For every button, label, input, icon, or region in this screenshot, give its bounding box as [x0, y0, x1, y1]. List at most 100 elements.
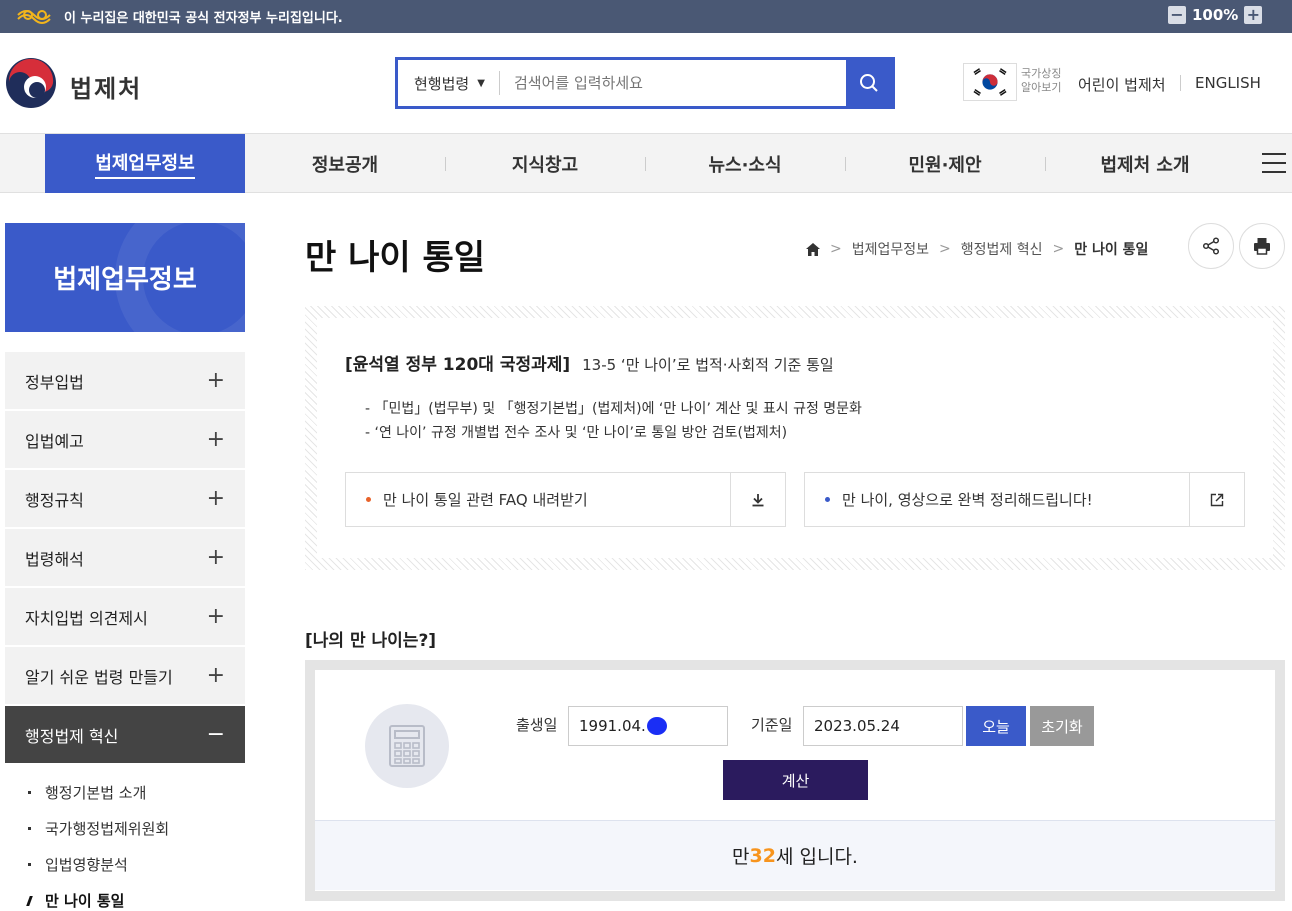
gov-banner-text: 이 누리집은 대한민국 공식 전자정부 누리집입니다.	[64, 11, 343, 26]
policy-line-1: - 「민법」(법무부) 및 「행정기본법」(법제처)에 ‘만 나이’ 계산 및 …	[365, 401, 862, 417]
expand-icon: +	[206, 486, 225, 511]
gnb-item-disclosure[interactable]: 정보공개	[245, 134, 445, 193]
gov-banner: 이 누리집은 대한민국 공식 전자정부 누리집입니다. − 100% +	[0, 0, 1292, 33]
result-suffix: 세 입니다.	[775, 846, 858, 868]
sidebar-item-label: 법령해석	[25, 549, 84, 569]
zoom-out-button[interactable]: −	[1168, 6, 1186, 24]
birth-date-input[interactable]: 1991.04.	[568, 706, 728, 746]
sidebar-item-admin-innovation[interactable]: 행정법제 혁신 −	[5, 706, 245, 763]
birth-date-label: 출생일	[516, 716, 558, 734]
policy-line-2: - ‘연 나이’ 규정 개별법 전수 조사 및 ‘만 나이’로 통일 방안 검토…	[365, 425, 788, 441]
base-date-label: 기준일	[751, 716, 793, 734]
gnb-item-petition[interactable]: 민원·제안	[845, 134, 1045, 193]
download-button[interactable]	[730, 473, 785, 526]
download-icon	[752, 493, 764, 506]
reset-button[interactable]: 초기화	[1030, 706, 1094, 746]
result-age: 32	[749, 844, 776, 867]
bullet-icon	[28, 863, 31, 866]
sidebar-item-easy-law[interactable]: 알기 쉬운 법령 만들기 +	[5, 647, 245, 704]
expand-icon: +	[206, 663, 225, 688]
expand-icon: +	[206, 545, 225, 570]
expand-icon: +	[206, 427, 225, 452]
calculator-title: [나의 만 나이는?]	[305, 631, 437, 651]
search-bar: 현행법령 ▼	[395, 57, 895, 109]
video-link-label: 만 나이, 영상으로 완벽 정리해드립니다!	[842, 491, 1093, 509]
korea-flag-icon[interactable]	[963, 63, 1017, 101]
sidebar-item-label: 자치입법 의견제시	[25, 608, 148, 628]
sidebar-item-gov-legislation[interactable]: 정부입법 +	[5, 352, 245, 409]
sidebar-item-label: 입법예고	[25, 431, 84, 451]
gnb-item-legislation-info[interactable]: 법제업무정보	[45, 134, 245, 193]
page-title: 만 나이 통일	[305, 238, 486, 278]
today-button[interactable]: 오늘	[966, 706, 1026, 746]
breadcrumb-item[interactable]: 행정법제 혁신	[961, 239, 1043, 259]
gnb-item-news[interactable]: 뉴스·소식	[645, 134, 845, 193]
sidebar-item-admin-rules[interactable]: 행정규칙 +	[5, 470, 245, 527]
orange-dot-icon	[366, 497, 371, 502]
sidebar-item-label: 행정규칙	[25, 490, 84, 510]
base-date-input[interactable]: 2023.05.24	[803, 706, 963, 746]
home-icon[interactable]	[806, 242, 820, 256]
external-link-icon	[1210, 493, 1224, 506]
english-site-link[interactable]: ENGLISH	[1195, 74, 1261, 92]
policy-info-inner: [윤석열 정부 120대 국정과제] 13-5 ‘만 나이’로 법적·사회적 기…	[317, 318, 1273, 558]
kids-site-link[interactable]: 어린이 법제처	[1078, 74, 1166, 95]
sidebar-subitem-committee[interactable]: 국가행정법제위원회	[28, 818, 169, 839]
base-date-value: 2023.05.24	[814, 717, 900, 735]
policy-info-box: [윤석열 정부 120대 국정과제] 13-5 ‘만 나이’로 법적·사회적 기…	[305, 306, 1285, 570]
policy-heading: [윤석열 정부 120대 국정과제] 13-5 ‘만 나이’로 법적·사회적 기…	[345, 350, 834, 375]
zoom-level: 100%	[1192, 6, 1239, 24]
search-button[interactable]	[846, 60, 892, 106]
site-logo-text[interactable]: 법제처	[70, 69, 142, 104]
gnb-item-knowledge[interactable]: 지식창고	[445, 134, 645, 193]
active-bullet-icon	[26, 895, 33, 906]
flag-caption-line1: 국가상징	[1021, 67, 1062, 80]
calculate-button[interactable]: 계산	[723, 760, 868, 800]
moleg-logo-icon[interactable]	[5, 57, 57, 109]
sidebar-item-local-legislation[interactable]: 자치입법 의견제시 +	[5, 588, 245, 645]
faq-download-link[interactable]: 만 나이 통일 관련 FAQ 내려받기	[345, 472, 786, 527]
bullet-icon	[28, 827, 31, 830]
sidebar-subitem-label: 입법영향분석	[45, 856, 128, 874]
age-result: 만 32 세 입니다.	[315, 820, 1275, 890]
redaction-mark	[646, 717, 667, 735]
flag-caption[interactable]: 국가상징 알아보기	[1021, 67, 1061, 95]
sidebar-item-label: 행정법제 혁신	[25, 726, 119, 746]
external-link-button[interactable]	[1189, 473, 1244, 526]
gnb-item-about[interactable]: 법제처 소개	[1045, 134, 1245, 193]
expand-icon: +	[206, 368, 225, 393]
share-icon	[1202, 237, 1220, 255]
all-menu-icon[interactable]	[1262, 153, 1286, 173]
search-icon	[860, 74, 878, 92]
flag-caption-line2: 알아보기	[1021, 81, 1062, 94]
search-scope-select[interactable]: 현행법령 ▼	[398, 71, 500, 95]
sidebar-title-decoration	[115, 223, 245, 332]
age-calculator-inner: 출생일 1991.04. 기준일 2023.05.24 오늘 초기화 계산 만 …	[315, 670, 1275, 891]
share-button[interactable]	[1188, 223, 1234, 269]
sidebar-subitem-age-unification[interactable]: 만 나이 통일	[26, 890, 124, 911]
video-link[interactable]: 만 나이, 영상으로 완벽 정리해드립니다!	[804, 472, 1245, 527]
sidebar-subitem-label: 행정기본법 소개	[45, 784, 147, 802]
sidebar-item-legislative-notice[interactable]: 입법예고 +	[5, 411, 245, 468]
video-link-label-wrap: 만 나이, 영상으로 완벽 정리해드립니다!	[805, 489, 1189, 510]
result-prefix: 만	[732, 846, 750, 868]
site-header: 법제처 현행법령 ▼ 국가상징 알아보기 어린이 법제처 ENGLISH	[0, 33, 1292, 133]
expand-icon: +	[206, 604, 225, 629]
zoom-control: − 100% +	[1168, 6, 1263, 24]
sidebar-subitem-impact-analysis[interactable]: 입법영향분석	[28, 854, 128, 875]
gnb-label: 법제처 소개	[1100, 154, 1190, 176]
sidebar-item-label: 정부입법	[25, 372, 84, 392]
search-scope-value: 현행법령	[414, 74, 470, 93]
sidebar-subitem-basic-act[interactable]: 행정기본법 소개	[28, 782, 146, 803]
search-input[interactable]	[500, 60, 846, 106]
breadcrumb-item[interactable]: 법제업무정보	[852, 239, 929, 259]
blue-dot-icon	[825, 497, 830, 502]
print-button[interactable]	[1239, 223, 1285, 269]
gnb-label: 지식창고	[511, 154, 579, 176]
sidebar-item-interpretation[interactable]: 법령해석 +	[5, 529, 245, 586]
calculator-icon	[365, 704, 449, 788]
chevron-right-icon: >	[939, 241, 951, 257]
collapse-icon: −	[206, 722, 225, 747]
egov-logo-icon	[17, 10, 51, 24]
zoom-in-button[interactable]: +	[1244, 6, 1263, 24]
